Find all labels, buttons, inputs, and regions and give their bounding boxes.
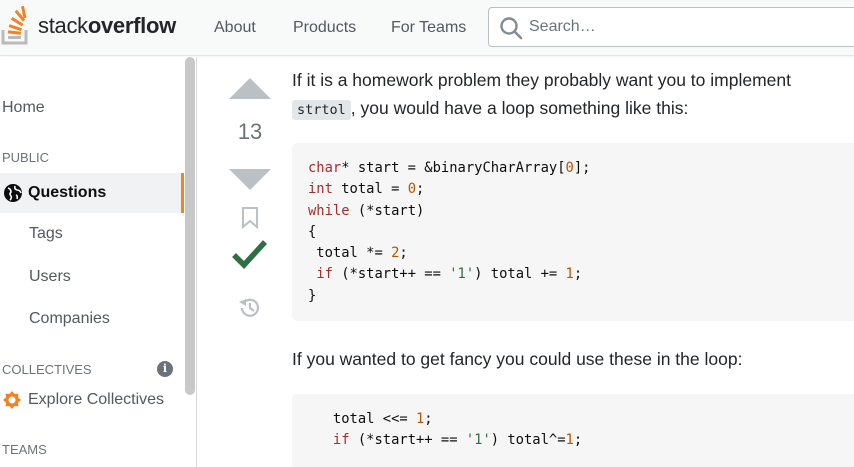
code-block: total <<= 1; if (*start++ == '1') total^… [292, 394, 854, 467]
sidebar-item-explore-collectives[interactable]: Explore Collectives [2, 390, 164, 410]
sidebar-heading-collectives: COLLECTIVES [2, 362, 92, 377]
answer-paragraph: If it is a homework problem they probabl… [292, 66, 854, 124]
paragraph-text: If it is a homework problem they probabl… [292, 70, 791, 90]
code-line: char* start = &binaryCharArray[0]; [308, 160, 591, 176]
code-line: if (*start++ == '1') total^=1; [332, 432, 583, 449]
code-line: while (*start) [308, 202, 425, 219]
code-line: total <<= 1; [308, 411, 433, 427]
code-block: char* start = &binaryCharArray[0]; int t… [292, 143, 854, 321]
accepted-check-icon [232, 240, 268, 269]
sidebar-item-label: Explore Collectives [28, 391, 165, 408]
bookmark-icon[interactable] [241, 207, 259, 229]
inline-code: strtol [292, 100, 351, 120]
sidebar-scrollbar[interactable] [185, 57, 195, 395]
sidebar-item-home[interactable]: Home [2, 99, 45, 117]
paragraph-text: , you would have a loop something like t… [350, 98, 689, 118]
downvote-icon[interactable] [229, 168, 271, 190]
site-logo[interactable]: stackoverflow [0, 6, 176, 46]
code-line: if (*start++ == '1') total += 1; [316, 266, 583, 283]
top-bar: stackoverflow About Products For Teams [0, 0, 854, 56]
sidebar-item-tags[interactable]: Tags [29, 225, 63, 243]
sidebar-item-questions[interactable]: Questions [0, 173, 184, 213]
answer-paragraph: If you wanted to get fancy you could use… [292, 349, 743, 369]
search-icon [500, 17, 523, 40]
sidebar-item-companies[interactable]: Companies [29, 310, 110, 328]
left-sidebar: Home PUBLIC Questions Tags Users Compani… [0, 57, 197, 467]
search-input[interactable] [529, 8, 849, 46]
code-line: total *= 2; [308, 245, 408, 262]
sidebar-heading-teams: TEAMS [2, 442, 47, 457]
collectives-icon [3, 391, 21, 409]
info-icon[interactable]: i [157, 361, 173, 377]
stackoverflow-logo-icon [1, 6, 28, 45]
nav-products[interactable]: Products [293, 19, 356, 37]
sidebar-heading-public: PUBLIC [2, 150, 49, 165]
code-line: { [308, 223, 317, 240]
history-icon[interactable] [237, 295, 263, 321]
logo-wordmark: stackoverflow [38, 13, 176, 38]
nav-for-teams[interactable]: For Teams [391, 19, 466, 37]
sidebar-item-users[interactable]: Users [29, 268, 71, 286]
sidebar-item-label: Questions [28, 184, 107, 201]
globe-icon [4, 184, 22, 202]
search-box[interactable] [488, 7, 854, 47]
code-line: } [308, 287, 317, 304]
vote-count: 13 [237, 119, 263, 144]
code-line: int total = 0; [308, 181, 425, 198]
upvote-icon[interactable] [229, 78, 271, 100]
nav-about[interactable]: About [214, 19, 256, 37]
